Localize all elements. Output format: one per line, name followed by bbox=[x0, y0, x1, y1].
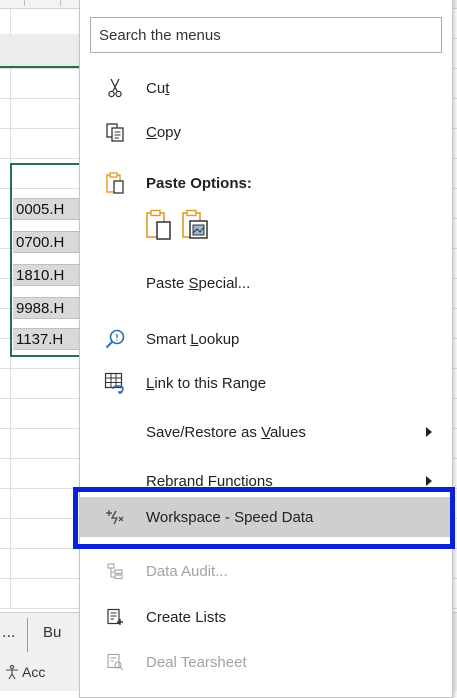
paste-options-label: Paste Options: bbox=[146, 174, 252, 192]
paste-picture-icon bbox=[182, 209, 208, 239]
submenu-arrow-icon bbox=[426, 427, 432, 437]
sheet-tab[interactable]: Bu bbox=[43, 624, 61, 641]
copy-icon bbox=[104, 121, 126, 143]
accessibility-status[interactable]: Acc bbox=[4, 664, 45, 680]
search-menus-input[interactable] bbox=[90, 17, 442, 53]
menu-item-label: Workspace - Speed Data bbox=[146, 508, 314, 526]
menu-item-label: Smart Lookup bbox=[146, 330, 240, 348]
accessibility-label: Acc bbox=[22, 664, 46, 680]
submenu-arrow-icon bbox=[426, 476, 432, 486]
menu-item-smart-lookup[interactable]: Smart Lookup bbox=[80, 319, 450, 359]
menu-item-label: Paste Special... bbox=[146, 274, 251, 292]
ribbon-divider bbox=[14, 0, 25, 6]
menu-item-paste-special[interactable]: Paste Special... bbox=[80, 263, 450, 303]
cell-ticker[interactable]: 1137.H bbox=[13, 328, 86, 350]
paste-option-button[interactable] bbox=[143, 209, 175, 241]
menu-item-deal-tearsheet: Deal Tearsheet bbox=[80, 642, 450, 682]
menu-item-label: Copy bbox=[146, 123, 182, 141]
smart-lookup-icon bbox=[104, 328, 126, 350]
create-lists-icon bbox=[104, 606, 126, 628]
paste-picture-button[interactable] bbox=[179, 209, 211, 241]
menu-item-data-audit: Data Audit... bbox=[80, 551, 450, 591]
data-audit-icon bbox=[104, 560, 126, 582]
paste-options-header: Paste Options: bbox=[80, 163, 450, 203]
scissors-icon bbox=[104, 77, 126, 99]
menu-item-label: Data Audit... bbox=[146, 562, 228, 580]
cell-ticker[interactable]: 1810.H bbox=[13, 264, 86, 286]
context-menu: Cut Copy Paste Options: bbox=[79, 0, 453, 698]
ribbon-divider bbox=[50, 0, 61, 6]
menu-item-label: Save/Restore as Values bbox=[146, 423, 306, 441]
menu-item-label: Deal Tearsheet bbox=[146, 653, 247, 671]
accessibility-icon bbox=[6, 664, 18, 680]
sheet-tab-overflow[interactable]: ... bbox=[2, 624, 15, 642]
menu-item-label: Cut bbox=[146, 79, 170, 97]
sheet-tab-divider bbox=[27, 618, 28, 652]
menu-item-copy[interactable]: Copy bbox=[80, 112, 450, 152]
paste-icon bbox=[104, 172, 126, 194]
menu-item-label: Rebrand Functions bbox=[146, 472, 273, 490]
menu-item-cut[interactable]: Cut bbox=[80, 68, 450, 108]
deal-tearsheet-icon bbox=[104, 651, 126, 673]
menu-item-label: Create Lists bbox=[146, 608, 227, 626]
cell-ticker[interactable]: 9988.H bbox=[13, 297, 86, 319]
menu-item-label: Link to this Range bbox=[146, 374, 267, 392]
table-header-row bbox=[0, 34, 86, 68]
menu-item-save-restore-values[interactable]: Save/Restore as Values bbox=[80, 412, 450, 452]
menu-item-rebrand-functions[interactable]: Rebrand Functions bbox=[80, 461, 450, 501]
paste-icon bbox=[146, 209, 171, 240]
cell-ticker[interactable]: 0005.H bbox=[13, 198, 86, 220]
link-range-icon bbox=[104, 372, 126, 394]
menu-item-link-to-range[interactable]: Link to this Range bbox=[80, 363, 450, 403]
menu-item-workspace-speed-data[interactable]: Workspace - Speed Data bbox=[80, 497, 450, 537]
cell-ticker[interactable]: 0700.H bbox=[13, 231, 86, 253]
menu-item-create-lists[interactable]: Create Lists bbox=[80, 597, 450, 637]
speed-data-icon bbox=[104, 506, 126, 528]
